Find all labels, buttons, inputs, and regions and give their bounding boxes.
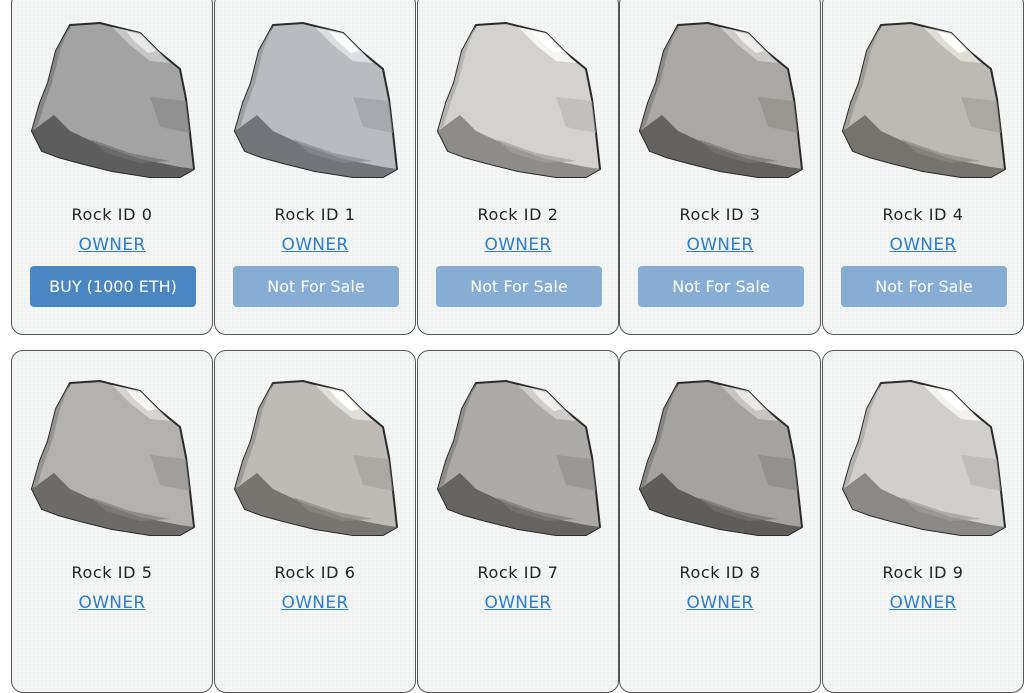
- rock-image: [30, 21, 196, 183]
- owner-link[interactable]: OWNER: [418, 235, 618, 255]
- rock-title: Rock ID 3: [679, 205, 761, 224]
- rock-image: [841, 379, 1007, 541]
- rock-card-9: Rock ID 9 OWNER: [822, 350, 1024, 693]
- rock-image: [841, 21, 1007, 183]
- owner-link[interactable]: OWNER: [12, 235, 212, 255]
- rock-image: [638, 379, 804, 541]
- rock-card-3: Rock ID 3 OWNER Not For Sale: [619, 0, 821, 335]
- rock-card-4: Rock ID 4 OWNER Not For Sale: [822, 0, 1024, 335]
- rock-title: Rock ID 9: [882, 563, 964, 582]
- rock-image: [638, 21, 804, 183]
- rock-image: [30, 379, 196, 541]
- rock-title: Rock ID 5: [71, 563, 153, 582]
- rock-title: Rock ID 6: [274, 563, 356, 582]
- rock-card-0: Rock ID 0 OWNER BUY (1000 ETH): [11, 0, 213, 335]
- owner-link[interactable]: OWNER: [215, 235, 415, 255]
- not-for-sale-button[interactable]: Not For Sale: [841, 266, 1007, 307]
- rock-title: Rock ID 2: [477, 205, 559, 224]
- owner-link[interactable]: OWNER: [823, 593, 1023, 613]
- rock-title: Rock ID 8: [679, 563, 761, 582]
- owner-link[interactable]: OWNER: [215, 593, 415, 613]
- rock-card-1: Rock ID 1 OWNER Not For Sale: [214, 0, 416, 335]
- rock-title: Rock ID 7: [477, 563, 559, 582]
- rock-title: Rock ID 4: [882, 205, 964, 224]
- rock-card-2: Rock ID 2 OWNER Not For Sale: [417, 0, 619, 335]
- rock-image: [436, 21, 602, 183]
- owner-link[interactable]: OWNER: [418, 593, 618, 613]
- rock-title: Rock ID 0: [71, 205, 153, 224]
- rock-card-8: Rock ID 8 OWNER: [619, 350, 821, 693]
- not-for-sale-button[interactable]: Not For Sale: [233, 266, 399, 307]
- rock-card-5: Rock ID 5 OWNER: [11, 350, 213, 693]
- rock-image: [233, 379, 399, 541]
- rock-image: [233, 21, 399, 183]
- owner-link[interactable]: OWNER: [823, 235, 1023, 255]
- not-for-sale-button[interactable]: Not For Sale: [638, 266, 804, 307]
- owner-link[interactable]: OWNER: [620, 235, 820, 255]
- rock-card-6: Rock ID 6 OWNER: [214, 350, 416, 693]
- rock-title: Rock ID 1: [274, 205, 356, 224]
- owner-link[interactable]: OWNER: [12, 593, 212, 613]
- not-for-sale-button[interactable]: Not For Sale: [436, 266, 602, 307]
- buy-button[interactable]: BUY (1000 ETH): [30, 266, 196, 307]
- rock-image: [436, 379, 602, 541]
- rock-card-7: Rock ID 7 OWNER: [417, 350, 619, 693]
- owner-link[interactable]: OWNER: [620, 593, 820, 613]
